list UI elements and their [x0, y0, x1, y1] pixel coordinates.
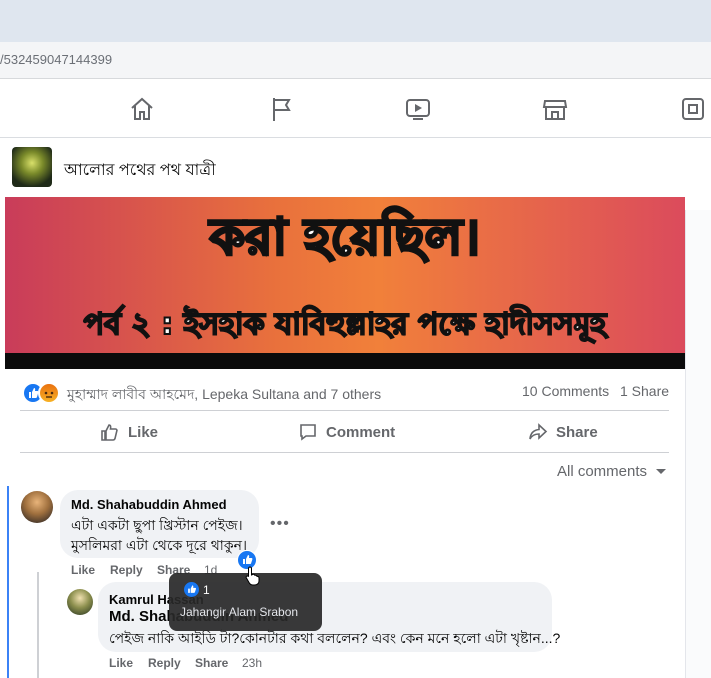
comment-like-link[interactable]: Like [109, 656, 133, 670]
comment-focus-indicator [7, 486, 9, 678]
marketplace-icon[interactable] [541, 95, 569, 123]
like-button[interactable]: Like [100, 422, 158, 442]
video-icon[interactable] [404, 95, 432, 123]
shares-count-link[interactable]: 1 Share [620, 383, 669, 399]
like-reaction-icon [184, 582, 199, 597]
share-icon [528, 422, 548, 442]
reaction-names[interactable]: মুহাম্মাদ লাবীব আহমেদ, Lepeka Sultana an… [67, 383, 381, 407]
share-button[interactable]: Share [528, 422, 598, 442]
post-image[interactable]: করা হয়েছিল। পর্ব ২ : ইসহাক যাবিহুল্লাহর… [5, 197, 685, 367]
comment-timestamp[interactable]: 23h [242, 656, 262, 670]
banner-subtitle-line: পর্ব ২ : ইসহাক যাবিহুল্লাহর পক্ষে হাদীসস… [83, 306, 607, 343]
comment-text: মুসলিমরা এটা থেকে দূরে থাকুন। [71, 537, 248, 553]
more-options-icon[interactable]: ••• [270, 515, 290, 533]
comment-icon [298, 422, 318, 442]
avatar[interactable] [21, 491, 53, 523]
like-label: Like [128, 423, 159, 441]
chevron-down-icon [655, 468, 667, 476]
home-icon[interactable] [128, 95, 156, 123]
divider [20, 410, 669, 411]
avatar[interactable] [67, 589, 93, 615]
comment-author[interactable]: Md. Shahabuddin Ahmed [71, 497, 227, 512]
tooltip-reaction-count: 1 [203, 583, 210, 597]
comment-like-link[interactable]: Like [71, 563, 95, 577]
address-url[interactable]: /532459047144399 [0, 52, 112, 67]
comment-reply-link[interactable]: Reply [110, 563, 143, 577]
scrollbar[interactable] [685, 210, 711, 678]
image-bottom-bar [5, 353, 685, 369]
comments-count-link[interactable]: 10 Comments [522, 383, 609, 399]
browser-tab-bar [0, 0, 711, 42]
divider [20, 452, 669, 453]
comment-reply-link[interactable]: Reply [148, 656, 181, 670]
address-bar[interactable]: /532459047144399 [0, 42, 711, 79]
comments-filter-label: All comments [557, 463, 648, 480]
page-avatar[interactable] [12, 147, 52, 187]
share-label: Share [556, 423, 598, 441]
thumbs-up-icon [100, 422, 120, 442]
reply-thread-line [37, 572, 39, 678]
banner-title-line: করা হয়েছিল। [209, 207, 482, 268]
page-name[interactable]: আলোর পথের পথ যাত্রী [64, 157, 216, 184]
flag-icon[interactable] [268, 95, 296, 123]
hand-cursor-icon [245, 566, 261, 586]
top-navigation [0, 79, 711, 138]
tooltip-reactor-name: Jahangir Alam Srabon [180, 605, 299, 619]
comment-label: Comment [326, 423, 396, 441]
comment-button[interactable]: Comment [298, 422, 395, 442]
gaming-icon[interactable] [680, 95, 708, 123]
comment-share-link[interactable]: Share [195, 656, 228, 670]
angry-reaction-icon [38, 382, 60, 404]
comments-filter-dropdown[interactable]: All comments [557, 463, 667, 480]
